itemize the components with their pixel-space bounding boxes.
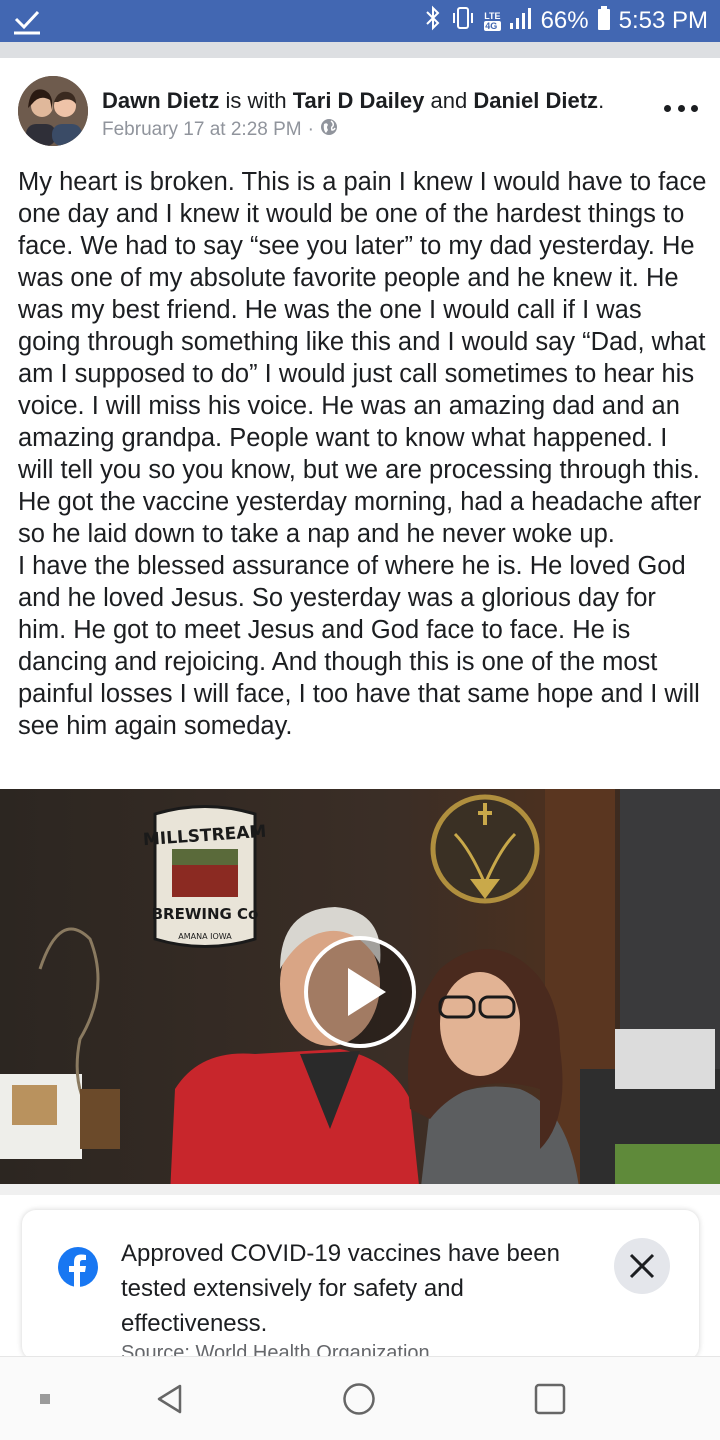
play-button[interactable] [304, 936, 416, 1048]
system-nav-bar [0, 1356, 720, 1440]
signal-icon [509, 5, 533, 38]
sign-line-2: BREWING Co [152, 905, 259, 923]
vibrate-icon [450, 5, 476, 38]
battery-percent: 66% [540, 7, 589, 34]
post-paragraph: I have the blessed assurance of where he… [18, 552, 700, 740]
close-button[interactable] [614, 1238, 670, 1294]
post-author-line: Dawn Dietz is with Tari D Dailey and Dan… [102, 88, 604, 114]
recent-dot-icon[interactable] [15, 1357, 75, 1440]
tagged-user-1[interactable]: Tari D Dailey [293, 88, 425, 113]
post-header: Dawn Dietz is with Tari D Dailey and Dan… [0, 58, 720, 158]
post-date[interactable]: February 17 at 2:28 PM [102, 119, 302, 141]
play-icon [348, 968, 386, 1016]
post-meta: February 17 at 2:28 PM · [102, 118, 338, 142]
overview-icon[interactable] [518, 1357, 582, 1440]
feed-separator [0, 42, 720, 58]
period: . [598, 88, 605, 113]
clock: 5:53 PM [618, 7, 708, 34]
facebook-logo-icon [58, 1247, 98, 1287]
post-body: My heart is broken. This is a pain I kne… [18, 166, 708, 742]
close-icon [629, 1253, 655, 1279]
bluetooth-icon [424, 5, 442, 38]
author-name[interactable]: Dawn Dietz [102, 88, 219, 113]
post-paragraph: My heart is broken. This is a pain I kne… [18, 168, 707, 548]
meta-dot: · [307, 119, 314, 140]
tagged-user-2[interactable]: Daniel Dietz [473, 88, 598, 113]
covid-info-text: Approved COVID-19 vaccines have been tes… [121, 1240, 560, 1337]
and-text: and [430, 88, 468, 113]
network-badge: LTE 4G [484, 11, 501, 31]
avatar[interactable] [18, 76, 88, 146]
back-icon[interactable] [138, 1357, 202, 1440]
globe-icon [320, 118, 338, 142]
covid-info-card: Approved COVID-19 vaccines have been tes… [22, 1210, 699, 1360]
more-options-icon[interactable] [664, 98, 698, 118]
with-text: is with [225, 88, 287, 113]
sign-line-3: AMANA IOWA [178, 932, 232, 941]
status-bar: LTE 4G 66% 5:53 PM [0, 0, 720, 42]
battery-icon [597, 5, 611, 38]
download-check-icon [12, 6, 42, 41]
home-icon[interactable] [327, 1357, 391, 1440]
